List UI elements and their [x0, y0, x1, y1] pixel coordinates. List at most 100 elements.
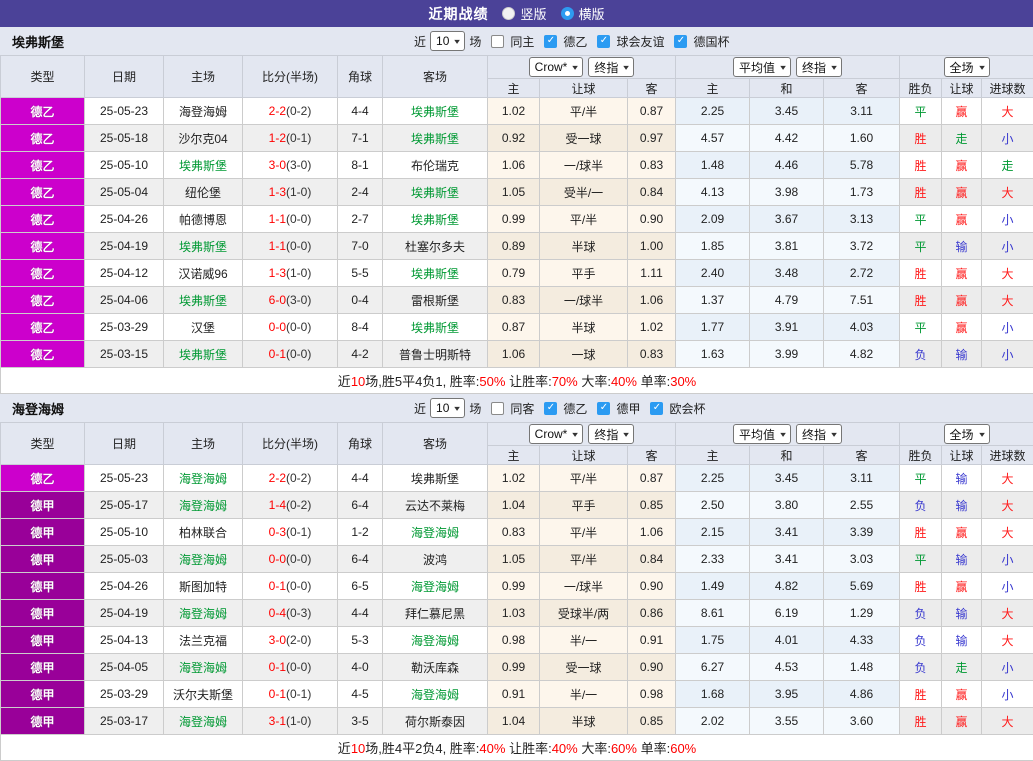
layout-option-horizontal[interactable]: 横版 — [561, 4, 605, 23]
crow-away-odds: 0.97 — [628, 125, 676, 152]
same-venue-label: 同主 — [510, 33, 534, 50]
avg-away-odds: 4.33 — [824, 627, 900, 654]
crow-company-select[interactable]: Crow*▾ — [529, 57, 584, 77]
crow-home-odds: 0.99 — [488, 654, 540, 681]
crow-home-odds: 0.99 — [488, 573, 540, 600]
final-odds-select-2[interactable]: 终指▾ — [796, 57, 842, 77]
filter-suffix-label: 场 — [469, 33, 481, 50]
competition-checkbox[interactable]: ✓ — [544, 35, 557, 48]
summary-segment: 让胜率: — [505, 741, 551, 756]
handicap-line: 半/一 — [540, 681, 628, 708]
layout-option-vertical[interactable]: 竖版 — [502, 4, 546, 23]
average-select[interactable]: 平均值▾ — [733, 424, 791, 444]
avg-draw-odds: 4.01 — [750, 627, 824, 654]
result-cell: 胜 — [900, 287, 942, 314]
league-cell: 德甲 — [1, 600, 85, 627]
home-team-cell: 埃弗斯堡 — [164, 152, 243, 179]
competition-checkbox[interactable]: ✓ — [650, 402, 663, 415]
full-match-select-value: 全场 — [950, 59, 974, 76]
page-banner: 近期战绩 竖版 横版 — [0, 0, 1033, 27]
competition-checkbox[interactable]: ✓ — [544, 402, 557, 415]
avg-draw-odds: 3.99 — [750, 341, 824, 368]
odds-source-header: 全场▾ — [900, 423, 1033, 446]
final-odds-select-2[interactable]: 终指▾ — [796, 424, 842, 444]
halftime-score: (1-0) — [286, 185, 311, 199]
halftime-score: (0-0) — [286, 320, 311, 334]
summary-segment: 50% — [479, 374, 505, 389]
full-match-select[interactable]: 全场▾ — [944, 57, 990, 77]
corner-cell: 4-0 — [338, 654, 383, 681]
handicap-result-cell: 输 — [942, 341, 982, 368]
league-cell: 德乙 — [1, 125, 85, 152]
fulltime-score: 1-2 — [269, 131, 286, 145]
score-cell: 2-2(0-2) — [243, 98, 338, 125]
matches-count-select-value: 10 — [436, 34, 449, 48]
match-filter: 近10▾场同客✓德乙✓德甲✓欧会杯 — [414, 398, 705, 418]
date-cell: 25-05-10 — [85, 152, 164, 179]
home-team-cell: 埃弗斯堡 — [164, 287, 243, 314]
final-odds-select[interactable]: 终指▾ — [588, 57, 634, 77]
crow-away-odds: 0.90 — [628, 206, 676, 233]
avg-home-odds: 4.13 — [676, 179, 750, 206]
avg-home-odds: 1.68 — [676, 681, 750, 708]
date-cell: 25-04-12 — [85, 260, 164, 287]
summary-segment: 30% — [670, 374, 696, 389]
goals-result-cell: 小 — [982, 314, 1033, 341]
away-team-cell: 海登海姆 — [383, 573, 488, 600]
radio-icon-vertical[interactable] — [502, 7, 515, 20]
handicap-line: 平/半 — [540, 465, 628, 492]
competition-checkbox[interactable]: ✓ — [597, 35, 610, 48]
date-cell: 25-03-15 — [85, 341, 164, 368]
column-header: 比分(半场) — [243, 423, 338, 465]
table-row: 德乙25-04-12汉诺威961-3(1-0)5-5埃弗斯堡0.79平手1.11… — [1, 260, 1033, 287]
crow-company-select[interactable]: Crow*▾ — [529, 424, 584, 444]
fulltime-score: 1-4 — [269, 498, 286, 512]
fulltime-score: 3-1 — [269, 714, 286, 728]
handicap-result-cell: 走 — [942, 125, 982, 152]
crow-away-odds: 1.00 — [628, 233, 676, 260]
summary-segment: 60% — [611, 741, 637, 756]
avg-draw-odds: 4.79 — [750, 287, 824, 314]
radio-icon-horizontal[interactable] — [561, 7, 574, 20]
home-team-cell: 海登海姆 — [164, 492, 243, 519]
league-cell: 德乙 — [1, 314, 85, 341]
goals-result-cell: 小 — [982, 573, 1033, 600]
avg-draw-odds: 4.46 — [750, 152, 824, 179]
sub-column-header: 主 — [488, 79, 540, 98]
corner-cell: 1-2 — [338, 519, 383, 546]
chevron-down-icon: ▾ — [624, 430, 630, 439]
same-venue-checkbox[interactable] — [491, 35, 504, 48]
crow-home-odds: 0.98 — [488, 627, 540, 654]
avg-home-odds: 4.57 — [676, 125, 750, 152]
goals-result-cell: 大 — [982, 465, 1033, 492]
fulltime-score: 3-0 — [269, 158, 286, 172]
summary-row: 近10场,胜5平4负1, 胜率:50% 让胜率:70% 大率:40% 单率:30… — [1, 368, 1033, 394]
halftime-score: (0-2) — [286, 471, 311, 485]
odds-source-header: 全场▾ — [900, 56, 1033, 79]
goals-result-cell: 大 — [982, 287, 1033, 314]
chevron-down-icon: ▾ — [979, 430, 985, 439]
average-select[interactable]: 平均值▾ — [733, 57, 791, 77]
avg-home-odds: 2.02 — [676, 708, 750, 735]
sub-column-header: 让球 — [942, 79, 982, 98]
avg-away-odds: 1.73 — [824, 179, 900, 206]
away-team-cell: 海登海姆 — [383, 681, 488, 708]
away-team-cell: 普鲁士明斯特 — [383, 341, 488, 368]
avg-draw-odds: 3.41 — [750, 519, 824, 546]
matches-count-select[interactable]: 10▾ — [430, 31, 465, 51]
same-venue-checkbox[interactable] — [491, 402, 504, 415]
score-cell: 0-1(0-0) — [243, 341, 338, 368]
handicap-line: 平/半 — [540, 519, 628, 546]
full-match-select[interactable]: 全场▾ — [944, 424, 990, 444]
handicap-line: 平手 — [540, 492, 628, 519]
competition-checkbox[interactable]: ✓ — [597, 402, 610, 415]
crow-away-odds: 0.87 — [628, 465, 676, 492]
competition-checkbox[interactable]: ✓ — [674, 35, 687, 48]
halftime-score: (0-1) — [286, 131, 311, 145]
final-odds-select[interactable]: 终指▾ — [588, 424, 634, 444]
sub-column-header: 进球数 — [982, 79, 1033, 98]
crow-away-odds: 0.85 — [628, 492, 676, 519]
handicap-line: 半球 — [540, 233, 628, 260]
handicap-result-cell: 赢 — [942, 519, 982, 546]
matches-count-select[interactable]: 10▾ — [430, 398, 465, 418]
